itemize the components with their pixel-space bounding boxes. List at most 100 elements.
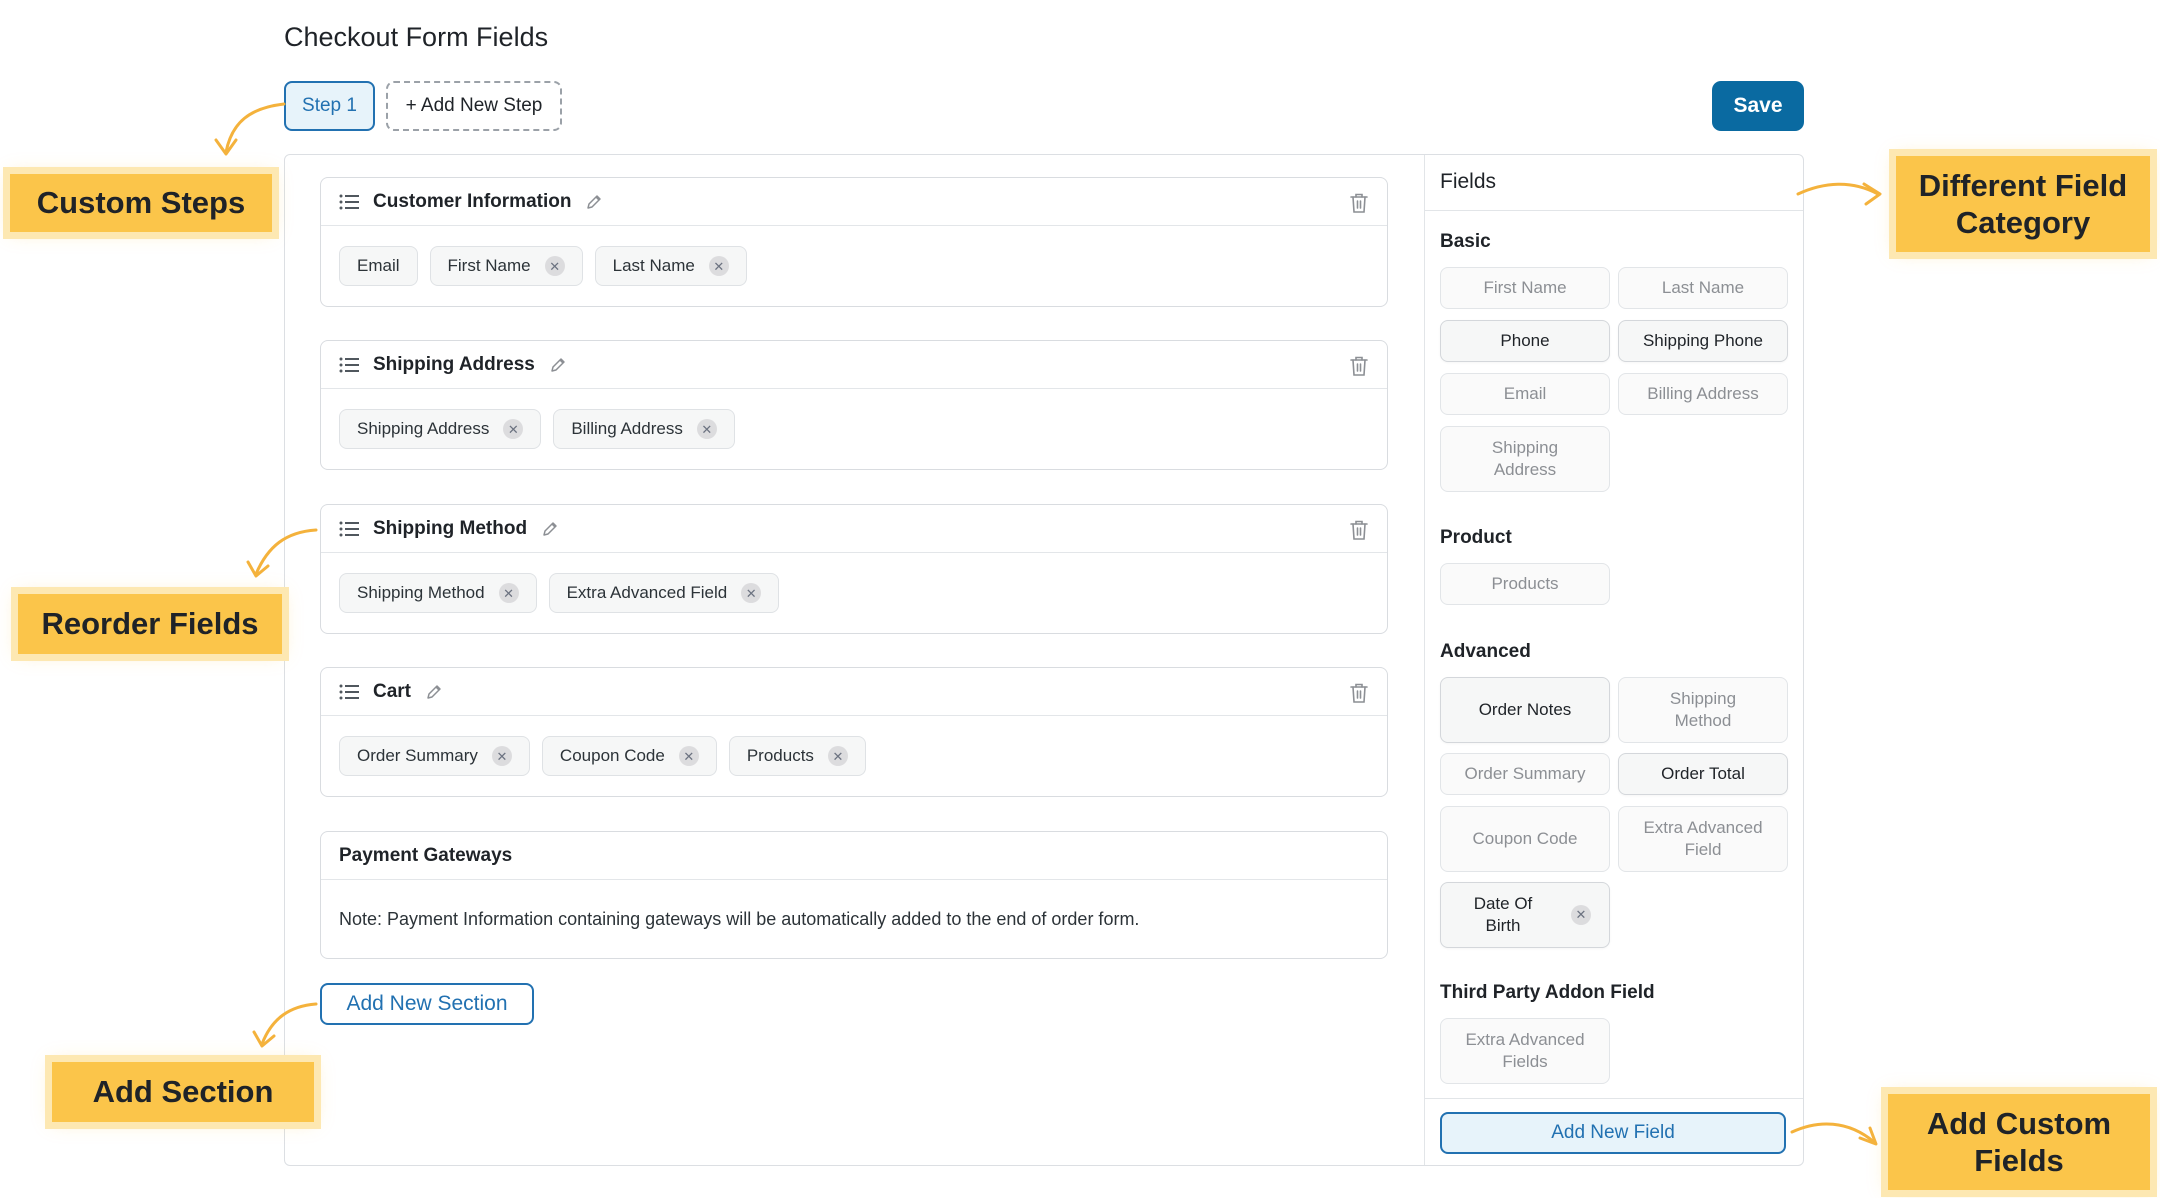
pencil-icon[interactable]	[541, 520, 559, 538]
field-tile-coupon-code[interactable]: Coupon Code	[1440, 806, 1610, 872]
arrow-icon	[1796, 182, 1882, 206]
remove-icon[interactable]: ✕	[696, 419, 717, 439]
drag-handle-icon[interactable]	[339, 357, 359, 373]
section-shipping-method: Shipping Method Shipping Method ✕ Extra A…	[320, 504, 1388, 634]
section-header: Shipping Address	[321, 341, 1387, 389]
chip-label: Shipping Method	[357, 583, 485, 602]
pencil-icon[interactable]	[425, 683, 443, 701]
section-note: Note: Payment Information containing gat…	[321, 880, 1387, 958]
fields-panel-title: Fields	[1440, 170, 1497, 193]
field-tile-label: Date Of Birth	[1473, 893, 1533, 935]
chip-label: Billing Address	[571, 419, 683, 438]
drag-handle-icon[interactable]	[339, 194, 359, 210]
section-header: Customer Information	[321, 178, 1387, 226]
chip-label: Shipping Address	[357, 419, 490, 438]
remove-icon[interactable]: ✕	[741, 583, 762, 603]
save-button[interactable]: Save	[1712, 81, 1804, 131]
field-tile-shipping-method[interactable]: Shipping Method	[1618, 677, 1788, 743]
field-tile-shipping-address[interactable]: Shipping Address	[1440, 426, 1610, 492]
field-tile-email[interactable]: Email	[1440, 373, 1610, 415]
section-header: Shipping Method	[321, 505, 1387, 553]
field-tile-last-name[interactable]: Last Name	[1618, 267, 1788, 309]
field-chip-shipping-method[interactable]: Shipping Method ✕	[339, 573, 537, 613]
callout-field-category: Different Field Category	[1896, 156, 2150, 252]
remove-icon[interactable]: ✕	[708, 256, 729, 276]
add-new-field-button[interactable]: Add New Field	[1440, 1112, 1786, 1154]
field-chip-extra-advanced-field[interactable]: Extra Advanced Field ✕	[548, 573, 780, 613]
field-tile-products[interactable]: Products	[1440, 563, 1610, 605]
section-fields: Shipping Address ✕ Billing Address ✕	[321, 389, 1387, 469]
arrow-icon	[214, 102, 286, 156]
section-fields: Email First Name ✕ Last Name ✕	[321, 226, 1387, 306]
callout-custom-fields: Add Custom Fields	[1888, 1094, 2150, 1190]
category-title-advanced: Advanced	[1440, 641, 1531, 662]
field-chip-billing-address[interactable]: Billing Address ✕	[553, 409, 735, 449]
section-fields: Shipping Method ✕ Extra Advanced Field ✕	[321, 553, 1387, 633]
section-payment-gateways: Payment Gateways Note: Payment Informati…	[320, 831, 1388, 959]
chip-label: First Name	[447, 256, 531, 275]
arrow-icon	[1790, 1122, 1878, 1146]
trash-icon[interactable]	[1349, 192, 1369, 214]
callout-custom-steps: Custom Steps	[10, 174, 272, 232]
add-new-section-button[interactable]: Add New Section	[320, 983, 534, 1025]
divider	[1425, 1098, 1803, 1099]
remove-icon[interactable]: ✕	[498, 583, 519, 603]
remove-icon[interactable]: ✕	[503, 419, 524, 439]
chip-label: Last Name	[612, 256, 695, 275]
field-chip-email[interactable]: Email	[339, 246, 418, 286]
arrow-icon	[246, 528, 318, 578]
field-tile-billing-address[interactable]: Billing Address	[1618, 373, 1788, 415]
drag-handle-icon[interactable]	[339, 521, 359, 537]
add-new-step-button[interactable]: + Add New Step	[386, 81, 562, 131]
divider	[1425, 210, 1803, 211]
panel-divider	[1424, 155, 1425, 1165]
callout-add-section: Add Section	[52, 1062, 314, 1122]
trash-icon[interactable]	[1349, 682, 1369, 704]
field-chip-order-summary[interactable]: Order Summary ✕	[339, 736, 530, 776]
field-chip-products[interactable]: Products ✕	[728, 736, 866, 776]
field-chip-shipping-address[interactable]: Shipping Address ✕	[339, 409, 542, 449]
field-tile-shipping-phone[interactable]: Shipping Phone	[1618, 320, 1788, 362]
chip-label: Order Summary	[357, 746, 478, 765]
section-title: Shipping Address	[373, 353, 535, 375]
section-header: Payment Gateways	[321, 832, 1387, 880]
pencil-icon[interactable]	[549, 356, 567, 374]
remove-icon[interactable]: ✕	[491, 746, 512, 766]
field-tile-order-notes[interactable]: Order Notes	[1440, 677, 1610, 743]
chip-label: Products	[746, 746, 814, 765]
category-title-third-party: Third Party Addon Field	[1440, 982, 1655, 1003]
chip-label: Coupon Code	[559, 746, 665, 765]
remove-icon[interactable]: ✕	[544, 256, 565, 276]
field-chip-coupon-code[interactable]: Coupon Code ✕	[541, 736, 717, 776]
field-tile-first-name[interactable]: First Name	[1440, 267, 1610, 309]
category-title-product: Product	[1440, 527, 1512, 548]
category-title-basic: Basic	[1440, 231, 1491, 252]
chip-label: Email	[357, 256, 400, 275]
trash-icon[interactable]	[1349, 519, 1369, 541]
remove-icon[interactable]: ✕	[1571, 905, 1591, 925]
section-title: Cart	[373, 680, 412, 702]
section-title: Payment Gateways	[339, 844, 513, 866]
callout-reorder-fields: Reorder Fields	[18, 594, 282, 654]
trash-icon[interactable]	[1349, 355, 1369, 377]
field-chip-first-name[interactable]: First Name ✕	[429, 246, 583, 286]
field-tile-order-summary[interactable]: Order Summary	[1440, 753, 1610, 795]
section-shipping-address: Shipping Address Shipping Address ✕ Billi…	[320, 340, 1388, 470]
field-tile-phone[interactable]: Phone	[1440, 320, 1610, 362]
field-tile-extra-advanced-field[interactable]: Extra Advanced Field	[1618, 806, 1788, 872]
section-header: Cart	[321, 668, 1387, 716]
section-cart: Cart Order Summary ✕ Coupon Code ✕ Product…	[320, 667, 1388, 797]
section-customer-information: Customer Information Email First Name ✕ L…	[320, 177, 1388, 307]
field-tile-date-of-birth[interactable]: Date Of Birth ✕	[1440, 882, 1610, 948]
field-tile-order-total[interactable]: Order Total	[1618, 753, 1788, 795]
arrow-icon	[252, 1002, 318, 1048]
remove-icon[interactable]: ✕	[678, 746, 699, 766]
field-tile-extra-advanced-fields[interactable]: Extra Advanced Fields	[1440, 1018, 1610, 1084]
page-title: Checkout Form Fields	[284, 22, 549, 52]
field-chip-last-name[interactable]: Last Name ✕	[594, 246, 747, 286]
remove-icon[interactable]: ✕	[827, 746, 848, 766]
drag-handle-icon[interactable]	[339, 684, 359, 700]
step-1-tab[interactable]: Step 1	[284, 81, 375, 131]
section-fields: Order Summary ✕ Coupon Code ✕ Products ✕	[321, 716, 1387, 796]
pencil-icon[interactable]	[585, 193, 603, 211]
